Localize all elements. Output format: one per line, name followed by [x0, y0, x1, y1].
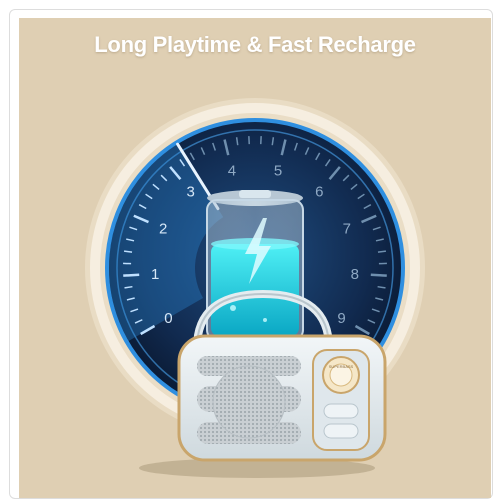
dial-tick-label: 9 — [337, 310, 345, 327]
dial-major-tick — [123, 273, 140, 277]
battery-charge-liquid — [211, 244, 299, 336]
speaker-driver — [212, 365, 286, 439]
dial-tick-label: 3 — [187, 183, 195, 200]
dial-tick-label: 5 — [274, 163, 282, 180]
speaker-button-upper — [323, 403, 359, 419]
poster-artwork: 0 1 2 3 4 5 6 7 8 9 SUPERBASS — [85, 98, 425, 478]
dial-tick-label: 0 — [164, 310, 172, 327]
poster-headline: Long Playtime & Fast Recharge — [94, 32, 416, 57]
knob-brand-text: SUPERBASS — [329, 364, 354, 369]
dial-tick-label: 4 — [228, 163, 236, 180]
dial-minor-tick — [123, 250, 133, 253]
dial-minor-tick — [377, 250, 387, 253]
dial-tick-label: 8 — [351, 266, 359, 283]
battery-icon — [206, 190, 304, 341]
speaker-button-lower — [323, 423, 359, 439]
dial-tick-label: 6 — [315, 183, 323, 200]
dial-tick-label: 1 — [151, 266, 159, 283]
dial-tick-label: 2 — [159, 220, 167, 237]
dial-tick-label: 7 — [343, 220, 351, 237]
dial-major-tick — [370, 273, 387, 277]
product-poster: 0 1 2 3 4 5 6 7 8 9 SUPERBASS Long Playtime & Fas… — [19, 18, 491, 498]
